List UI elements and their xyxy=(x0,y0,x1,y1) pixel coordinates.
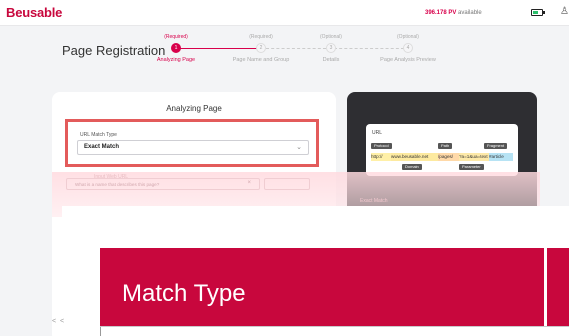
zoom-table-row xyxy=(100,326,569,336)
app-logo[interactable]: Beusable xyxy=(6,5,62,20)
url-diagram-title: URL xyxy=(372,130,383,136)
match-type-select[interactable]: Exact Match ⌄ xyxy=(77,140,309,155)
parameter-chip: Parameter xyxy=(459,164,484,170)
url-domain: www.beusable.net xyxy=(391,153,438,161)
step-tag: (Optional) xyxy=(397,34,419,40)
step-number: 4 xyxy=(403,43,413,53)
pv-amount: 396.178 PV xyxy=(425,10,457,16)
url-path: /pages/ xyxy=(438,153,459,161)
step-tag: (Required) xyxy=(164,34,188,40)
domain-chip: Domain xyxy=(402,164,422,170)
pv-balance: 396.178 PV available xyxy=(425,10,482,16)
url-protocol: http:// xyxy=(371,153,391,161)
card-title: Analyzing Page xyxy=(166,104,222,113)
fragment-chip: Fragment xyxy=(484,143,508,149)
user-icon[interactable]: ♙ xyxy=(560,6,569,17)
step-label: Page Analysis Preview xyxy=(380,57,436,63)
top-bar: Beusable 396.178 PV available ♙ xyxy=(0,0,569,26)
clear-icon[interactable]: × xyxy=(247,180,251,186)
step-number: 1 xyxy=(171,43,181,53)
match-type-label: URL Match Type xyxy=(80,132,117,138)
zoom-row-divider xyxy=(100,326,569,327)
step-label: Analyzing Page xyxy=(156,57,196,63)
protocol-chip: Protocol xyxy=(371,143,392,149)
step-number: 3 xyxy=(326,43,336,53)
battery-icon[interactable] xyxy=(531,9,545,16)
pv-suffix: available xyxy=(458,10,482,16)
page-description-input[interactable]: What is a name that describes this page?… xyxy=(66,178,260,190)
prev-page-icon[interactable]: < < xyxy=(52,318,65,325)
input-placeholder: What is a name that describes this page? xyxy=(75,182,160,187)
url-example: http:// www.beusable.net /pages/ ?a=1&ua… xyxy=(371,153,513,161)
step-number: 2 xyxy=(256,43,266,53)
match-type-highlight: URL Match Type Exact Match ⌄ xyxy=(65,119,319,167)
faded-button[interactable] xyxy=(264,178,310,190)
url-parameters: ?a=1&ua=text xyxy=(459,153,489,161)
step-analyzing-page[interactable]: (Required) 1 Analyzing Page xyxy=(131,34,221,63)
url-diagram-card: URL Protocol Path Fragment http:// www.b… xyxy=(366,124,518,176)
url-fragment: #article xyxy=(489,153,513,161)
chevron-down-icon: ⌄ xyxy=(296,144,302,151)
path-chip: Path xyxy=(438,143,453,149)
zoom-header-next xyxy=(547,248,569,326)
step-page-analysis-preview[interactable]: (Optional) 4 Page Analysis Preview xyxy=(363,34,453,63)
match-type-value: Exact Match xyxy=(84,144,120,150)
zoom-title: Match Type xyxy=(122,280,246,307)
overlay-match-text: Exact Match xyxy=(360,198,388,204)
